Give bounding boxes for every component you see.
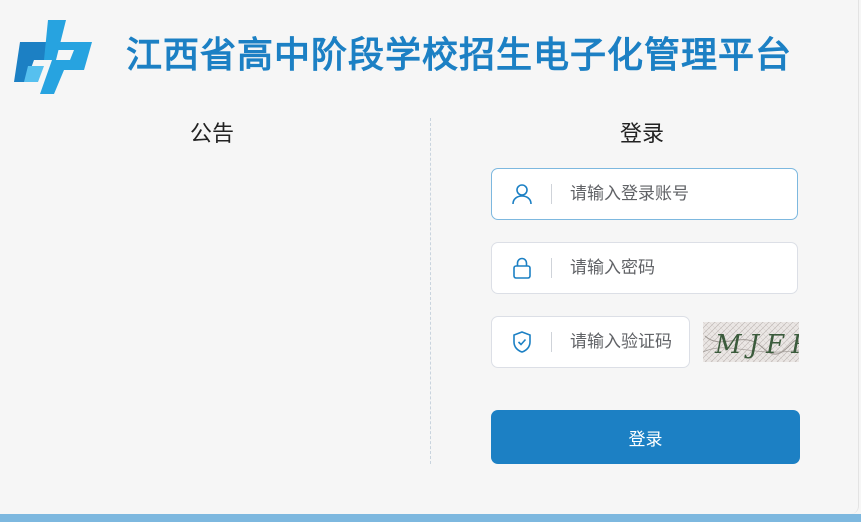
login-title: 登录 <box>620 122 665 147</box>
lock-icon <box>513 257 531 279</box>
field-separator <box>551 184 552 204</box>
account-field <box>491 168 798 220</box>
password-field <box>491 242 798 294</box>
bottom-bar <box>0 514 861 522</box>
section-divider <box>430 118 431 464</box>
captcha-field <box>491 316 690 368</box>
field-separator <box>551 332 552 352</box>
header: 江西省高中阶段学校招生电子化管理平台 <box>0 0 861 110</box>
shield-check-icon <box>513 331 531 353</box>
login-button[interactable]: 登录 <box>491 410 800 464</box>
captcha-input[interactable] <box>570 326 685 358</box>
page-title: 江西省高中阶段学校招生电子化管理平台 <box>126 35 793 76</box>
account-input[interactable] <box>570 178 780 210</box>
captcha-image[interactable]: MJFR <box>703 322 799 362</box>
captcha-text: MJFR <box>714 330 799 360</box>
user-icon <box>512 184 532 205</box>
field-separator <box>551 258 552 278</box>
platform-logo <box>14 20 92 94</box>
password-input[interactable] <box>570 252 780 284</box>
notice-title: 公告 <box>190 122 235 147</box>
